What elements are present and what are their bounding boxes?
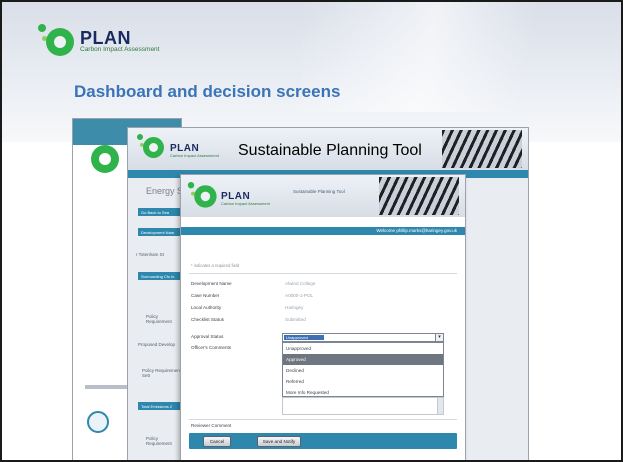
tool-title: Sustainable Planning Tool <box>238 142 422 159</box>
development-name-tab[interactable]: Development Nam <box>138 228 183 236</box>
policy-requirement-label: Policy Requirement <box>146 314 172 324</box>
save-and-notify-button[interactable]: Save and Notify <box>257 436 301 447</box>
header-banner-image <box>379 177 459 215</box>
divider <box>189 419 457 420</box>
approval-status-select[interactable]: Unapproved ▾ <box>282 333 444 342</box>
divider <box>189 273 457 274</box>
logo-tagline: Carbon Impact Assessment <box>221 201 270 206</box>
policy-requirement-setting-label: Policy Requirement Sett <box>142 368 182 378</box>
option-declined[interactable]: Declined <box>283 365 443 376</box>
go-back-button[interactable]: Go Back to Sea <box>138 208 183 216</box>
officers-comments-label: Officer's Comments <box>191 345 232 350</box>
case-number-value: A0000-1-POL <box>285 293 314 298</box>
slide: PLAN Carbon Impact Assessment Dashboard … <box>0 0 623 462</box>
checklist-status-label: Checklist Status <box>191 317 224 322</box>
plan-logo-icon <box>187 182 218 209</box>
surrounding-tab[interactable]: Surrounding Cfo in <box>138 272 183 280</box>
logo-tagline: Carbon Impact Assessment <box>80 45 160 53</box>
local-authority-value: Haringey <box>285 305 304 310</box>
required-note: * indicates a required field <box>191 263 240 268</box>
council-logo-icon <box>87 411 109 433</box>
officers-comments-field[interactable] <box>282 397 444 415</box>
logo-name: PLAN <box>80 27 131 48</box>
approval-status-selected: Unapproved <box>284 335 324 340</box>
plan-logo: PLAN Carbon Impact Assessment <box>137 134 219 168</box>
plan-logo-icon <box>38 24 76 58</box>
plan-logo: PLAN Carbon Impact Assessment <box>187 182 270 216</box>
checklist-status-value: Submitted <box>285 317 306 322</box>
plan-logo: PLAN Carbon Impact Assessment <box>38 24 160 58</box>
development-name-label: Development Name <box>191 281 232 286</box>
reviewer-comment-label: Reviewer Comment <box>191 423 232 428</box>
address-text: r Totenham St <box>136 252 164 257</box>
header-light-streak <box>302 2 621 112</box>
proposed-development-label: Proposed Develop <box>138 342 176 347</box>
option-referred[interactable]: Referred <box>283 376 443 387</box>
option-approved[interactable]: Approved <box>283 354 443 365</box>
scrollbar[interactable] <box>437 398 443 414</box>
slide-title: Dashboard and decision screens <box>74 82 341 101</box>
approval-screen: PLAN Carbon Impact Assessment Sustainabl… <box>180 174 466 460</box>
case-number-label: Case Number <box>191 293 220 298</box>
approval-status-label: Approval Status <box>191 334 224 339</box>
local-authority-label: Local Authority <box>191 305 222 310</box>
approval-status-options: Unapproved Approved Declined Referred Mo… <box>282 342 444 397</box>
welcome-bar: Welcome phillip.marks@haringey.gov.uk <box>181 227 465 235</box>
welcome-text: Welcome phillip.marks@haringey.gov.uk <box>376 228 457 233</box>
cancel-button[interactable]: Cancel <box>203 436 231 447</box>
policy-requirement-label: Policy Requirement <box>146 436 172 446</box>
total-emissions-tab[interactable]: Total Emissions 2 <box>138 402 183 410</box>
tool-title: Sustainable Planning Tool <box>293 189 345 194</box>
option-unapproved[interactable]: Unapproved <box>283 343 443 354</box>
chevron-down-icon[interactable]: ▾ <box>435 334 443 341</box>
development-name-value: Alwind College <box>285 281 316 286</box>
